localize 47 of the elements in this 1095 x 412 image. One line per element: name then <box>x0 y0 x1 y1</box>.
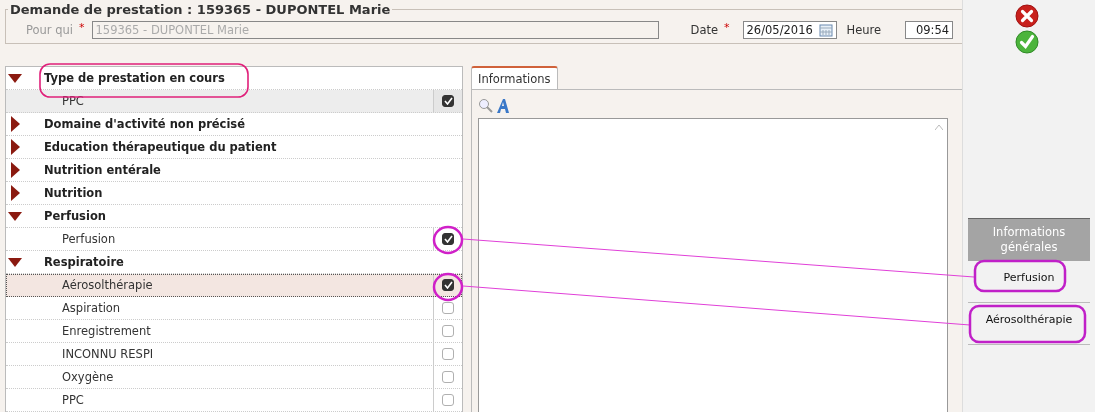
sidebar-item[interactable]: Perfusion <box>968 261 1090 303</box>
category-label[interactable]: Domaine d'activité non précisé <box>44 117 245 131</box>
checkbox[interactable] <box>442 302 455 314</box>
confirm-icon[interactable] <box>1015 30 1039 54</box>
checkbox[interactable] <box>442 394 455 406</box>
tree-item[interactable]: Oxygène <box>6 366 463 389</box>
field-label: Heure <box>846 23 882 37</box>
expanded-arrow-icon[interactable] <box>8 257 22 267</box>
checkbox[interactable] <box>442 371 455 383</box>
required-mark: * <box>79 21 85 34</box>
cancel-icon[interactable] <box>1015 4 1039 28</box>
category-label[interactable]: Respiratoire <box>44 255 124 269</box>
tree-item[interactable]: PPC <box>6 90 463 113</box>
collapsed-arrow-icon[interactable] <box>11 185 20 201</box>
category-label[interactable]: Education thérapeutique du patient <box>44 140 277 154</box>
expanded-arrow-icon[interactable] <box>8 211 22 221</box>
tree-item[interactable]: Perfusion <box>6 228 463 251</box>
category-label[interactable]: Perfusion <box>44 209 106 223</box>
tree-item[interactable]: Enregistrement <box>6 320 463 343</box>
date-field[interactable]: 26/05/2016 <box>742 21 837 39</box>
checkbox[interactable] <box>442 233 455 245</box>
sidebar-item[interactable]: Aérosolthérapie <box>968 303 1090 345</box>
required-mark: * <box>724 21 730 34</box>
checkbox[interactable] <box>442 348 455 360</box>
highlight-circle <box>432 225 464 255</box>
checkbox[interactable] <box>442 279 455 291</box>
expanded-arrow-icon[interactable] <box>8 73 22 83</box>
collapsed-arrow-icon[interactable] <box>11 162 20 178</box>
tree-item[interactable]: INCONNU RESPI <box>6 343 463 366</box>
collapsed-arrow-icon[interactable] <box>11 139 20 155</box>
checkbox[interactable] <box>442 325 455 337</box>
category-label[interactable]: Nutrition <box>44 186 103 200</box>
font-icon[interactable] <box>496 98 511 114</box>
tree-item[interactable]: Aérosolthérapie <box>6 274 463 297</box>
tab[interactable]: Informations <box>471 66 558 89</box>
section-header: Informations générales <box>968 218 1090 261</box>
checkbox[interactable] <box>442 95 455 107</box>
tree-item[interactable]: PPC <box>6 389 463 412</box>
highlight-circle <box>432 272 464 302</box>
tree-item[interactable]: Aspiration <box>6 297 463 320</box>
time-field[interactable]: 09:54 <box>905 21 954 39</box>
collapsed-arrow-icon[interactable] <box>11 116 20 132</box>
category-label[interactable]: Type de prestation en cours <box>44 71 225 85</box>
field-label: Pour qui <box>26 23 74 37</box>
category-label[interactable]: Nutrition entérale <box>44 163 161 177</box>
dialog-title: Demande de prestation : 159365 - DUPONTEL Marie <box>9 2 392 17</box>
field-label: Date <box>690 23 719 37</box>
